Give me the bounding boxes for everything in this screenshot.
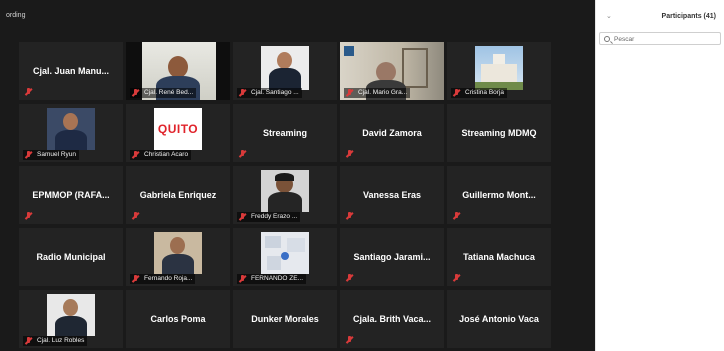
participant-label: Christian Acaro [130, 150, 192, 160]
participant-label: Cjal. Luz Robles [23, 336, 88, 346]
participant-name: Vanessa Eras [362, 190, 422, 200]
participants-panel: ⌄ Participants (41) [595, 0, 724, 351]
muted-mic-icon [132, 151, 139, 159]
muted-mic-icon [239, 150, 246, 158]
participant-name: Cjala. Brith Vaca... [352, 314, 432, 324]
participant-tile[interactable]: David Zamora [340, 104, 444, 162]
participant-tile[interactable]: Cjal. Juan Manu... [19, 42, 123, 100]
participant-tile[interactable]: EPMMOP (RAFA... [19, 166, 123, 224]
participant-name: Streaming [262, 128, 307, 138]
participant-tile[interactable]: Tatiana Machuca [447, 228, 551, 286]
muted-mic-icon [346, 89, 353, 97]
participant-name: EPMMOP (RAFA... [32, 190, 110, 200]
muted-mic-icon [239, 275, 246, 283]
muted-mic-icon [453, 274, 460, 282]
chevron-down-icon[interactable]: ⌄ [606, 12, 612, 20]
muted-mic-icon [239, 213, 246, 221]
participant-label-text: Freddy Erazo ... [251, 213, 298, 220]
video-gallery: ording Cjal. Juan Manu... Cjal. René Bed… [0, 0, 595, 351]
participant-name: Streaming MDMQ [461, 128, 537, 138]
participant-photo [154, 232, 202, 274]
participant-name: Santiago Jarami... [353, 252, 431, 262]
panel-title: Participants (41) [661, 13, 716, 20]
muted-mic-icon [25, 151, 32, 159]
participant-photo [261, 46, 309, 90]
participant-label: Cjal. René Bed... [130, 88, 197, 98]
participant-tile[interactable]: José Antonio Vaca [447, 290, 551, 348]
participant-label-text: FERNANDO ZE... [251, 275, 304, 282]
participant-photo: QUITO [154, 108, 202, 150]
participant-label-text: Cjal. René Bed... [144, 89, 194, 96]
search-input[interactable] [614, 34, 714, 44]
participant-name: Gabriela Enriquez [139, 190, 217, 200]
participant-label-text: Cristina Borja [465, 89, 505, 96]
participant-name: Carlos Poma [150, 314, 206, 324]
participant-label: Samuel Ryun [23, 150, 80, 160]
participant-name: José Antonio Vaca [459, 314, 539, 324]
participant-tile[interactable]: Dunker Morales [233, 290, 337, 348]
muted-mic-icon [132, 89, 139, 97]
participant-label-text: Cjal. Santiago ... [251, 89, 299, 96]
participant-tile[interactable]: Cjal. Luz Robles [19, 290, 123, 348]
participant-tile[interactable]: Cristina Borja [447, 42, 551, 100]
participant-label-text: Fernando Roja... [144, 275, 193, 282]
participant-label-text: Samuel Ryun [37, 151, 77, 158]
muted-mic-icon [346, 212, 353, 220]
muted-mic-icon [25, 88, 32, 96]
participant-label: Fernando Roja... [130, 274, 196, 284]
participant-name: David Zamora [362, 128, 422, 138]
muted-mic-icon [132, 275, 139, 283]
muted-mic-icon [25, 212, 32, 220]
participant-label: Cjal. Santiago ... [237, 88, 302, 98]
muted-mic-icon [346, 150, 353, 158]
muted-mic-icon [346, 274, 353, 282]
participant-photo [261, 232, 309, 274]
participant-label: FERNANDO ZE... [237, 274, 307, 284]
participant-label-text: Cjal. Luz Robles [37, 337, 85, 344]
participant-name: Dunker Morales [251, 314, 319, 324]
participant-label: Cjal. Mario Gra... [344, 88, 411, 98]
participant-tile[interactable]: Streaming [233, 104, 337, 162]
muted-mic-icon [453, 89, 460, 97]
muted-mic-icon [25, 337, 32, 345]
map-pin-icon [281, 252, 289, 260]
participant-label: Freddy Erazo ... [237, 212, 301, 222]
quito-logo: QUITO [157, 122, 199, 136]
participant-tile[interactable]: Streaming MDMQ [447, 104, 551, 162]
muted-mic-icon [346, 336, 353, 344]
participant-photo [47, 294, 95, 336]
participant-tile[interactable]: Cjala. Brith Vaca... [340, 290, 444, 348]
participant-name: Radio Municipal [36, 252, 106, 262]
participant-tile[interactable]: Gabriela Enriquez [126, 166, 230, 224]
participant-label: Cristina Borja [451, 88, 508, 98]
participant-tile[interactable]: Cjal. René Bed... [126, 42, 230, 100]
muted-mic-icon [239, 89, 246, 97]
participant-photo [47, 108, 95, 150]
participant-tile[interactable]: Vanessa Eras [340, 166, 444, 224]
muted-mic-icon [132, 212, 139, 220]
participant-tile[interactable]: Radio Municipal [19, 228, 123, 286]
participant-name: Guillermo Mont... [462, 190, 536, 200]
participant-tile[interactable]: Freddy Erazo ... [233, 166, 337, 224]
participant-tile[interactable]: Samuel Ryun [19, 104, 123, 162]
participant-tile[interactable]: QUITO Christian Acaro [126, 104, 230, 162]
participant-label-text: Cjal. Mario Gra... [358, 89, 408, 96]
participant-tile[interactable]: Cjal. Mario Gra... [340, 42, 444, 100]
recording-label: ording [6, 12, 26, 19]
muted-mic-icon [453, 212, 460, 220]
participant-label-text: Christian Acaro [144, 151, 189, 158]
search-box[interactable] [599, 32, 721, 45]
participant-tile[interactable]: Fernando Roja... [126, 228, 230, 286]
participant-photo [475, 46, 523, 90]
search-icon [604, 36, 610, 42]
participant-tile[interactable]: Santiago Jarami... [340, 228, 444, 286]
participant-tile[interactable]: Guillermo Mont... [447, 166, 551, 224]
participant-name: Cjal. Juan Manu... [32, 66, 109, 76]
participant-name: Tatiana Machuca [463, 252, 535, 262]
participant-photo [261, 170, 309, 212]
participant-tile[interactable]: Cjal. Santiago ... [233, 42, 337, 100]
participant-tile[interactable]: Carlos Poma [126, 290, 230, 348]
participant-tile[interactable]: FERNANDO ZE... [233, 228, 337, 286]
